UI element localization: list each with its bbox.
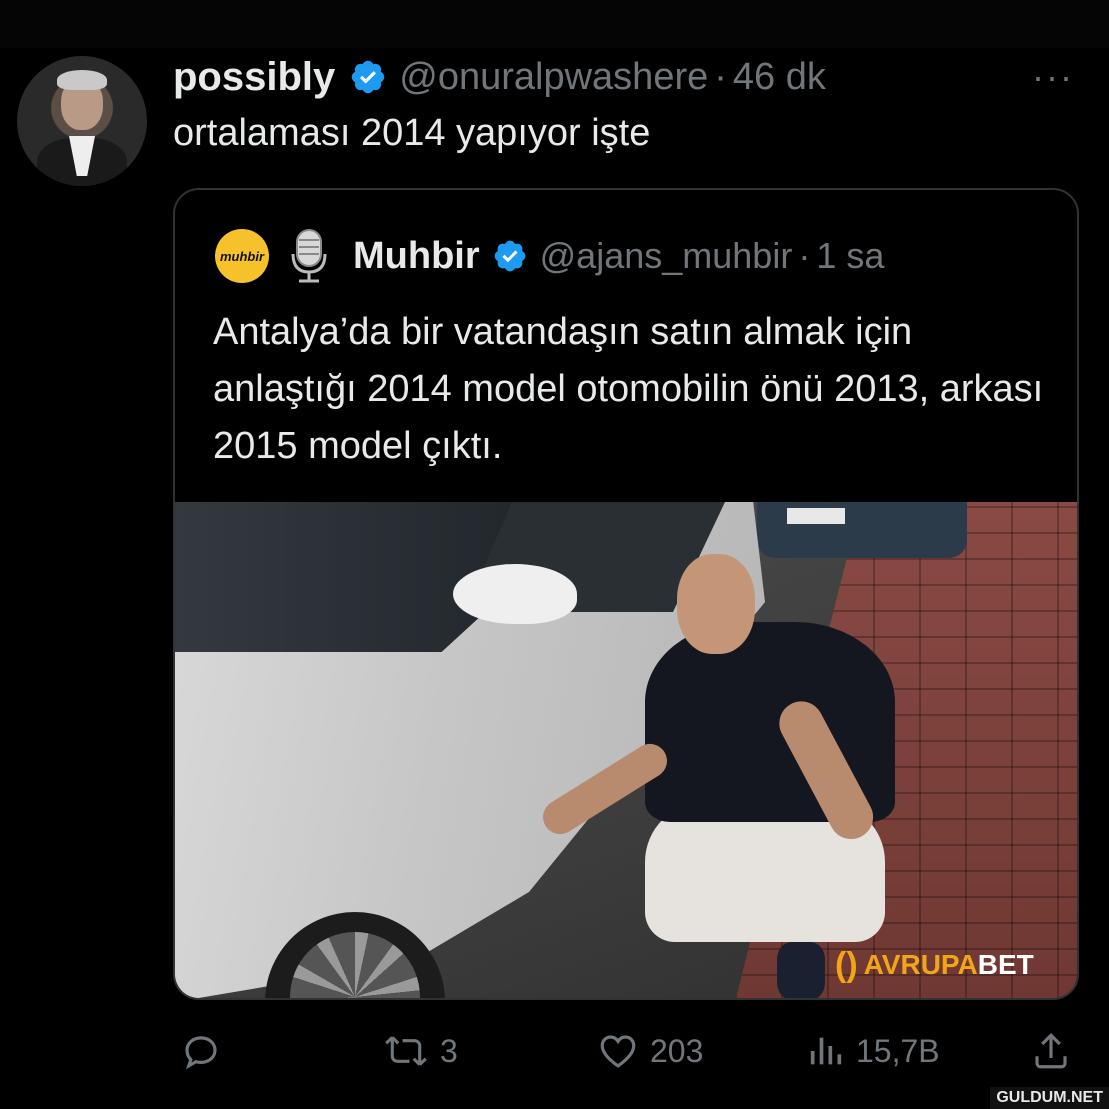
watermark-part2: BET [977,949,1034,980]
avatar-hair [57,70,107,90]
tweet-header: possibly @onuralpwashere · 46 dk [173,52,826,102]
quoted-tweet-photo[interactable]: () AVRUPA BET [175,502,1077,998]
photo-man-head [677,554,755,654]
quoted-handle[interactable]: @ajans_muhbir [540,235,793,277]
tweet-text: ortalaması 2014 yapıyor işte [173,112,651,154]
retweet-button[interactable]: 3 [382,1020,458,1082]
handle[interactable]: @onuralpwashere [399,56,708,99]
like-count: 203 [650,1032,704,1069]
photo-man-shoe [777,942,825,998]
views-count: 15,7B [856,1032,940,1069]
microphone-icon [291,229,327,283]
top-bar [0,0,1109,48]
quoted-separator-dot: · [798,235,811,276]
like-button[interactable]: 203 [596,1020,703,1082]
share-button[interactable] [1030,1020,1072,1082]
heart-icon [600,1035,636,1068]
quoted-tweet[interactable]: muhbir Muhbir @ajans_muhbir · 1 sa Antal… [173,188,1079,1000]
quoted-timestamp[interactable]: 1 sa [816,235,884,277]
site-watermark: GULDUM.NET [990,1087,1109,1109]
avatar[interactable] [17,56,147,186]
retweet-icon [385,1036,427,1066]
more-options-button[interactable]: ··· [1032,56,1074,98]
quoted-verified-badge-icon [494,240,526,272]
display-name[interactable]: possibly [173,55,335,100]
timestamp[interactable]: 46 dk [733,56,826,99]
reply-icon [185,1036,217,1070]
share-icon [1035,1033,1067,1069]
watermark-part1: AVRUPA [863,949,978,980]
retweet-count: 3 [440,1032,458,1069]
muhbir-logo[interactable]: muhbir [215,229,269,283]
separator-dot: · [714,55,727,98]
tweet-actions: 3 203 15,7B [0,1020,1109,1082]
photo-side-mirror [453,564,577,624]
quoted-display-name[interactable]: Muhbir [353,235,480,278]
quoted-tweet-text: Antalya’da bir vatandaşın satın almak iç… [213,311,1044,467]
watermark-bracket-icon: () [835,945,858,984]
photo-license-plate [787,508,845,524]
media-watermark: () AVRUPA BET [835,942,1034,988]
views-button[interactable]: 15,7B [806,1020,940,1082]
views-icon [810,1037,842,1065]
verified-badge-icon [352,60,385,94]
reply-button[interactable] [180,1020,232,1082]
quoted-tweet-header: muhbir Muhbir @ajans_muhbir · 1 sa [215,228,884,284]
